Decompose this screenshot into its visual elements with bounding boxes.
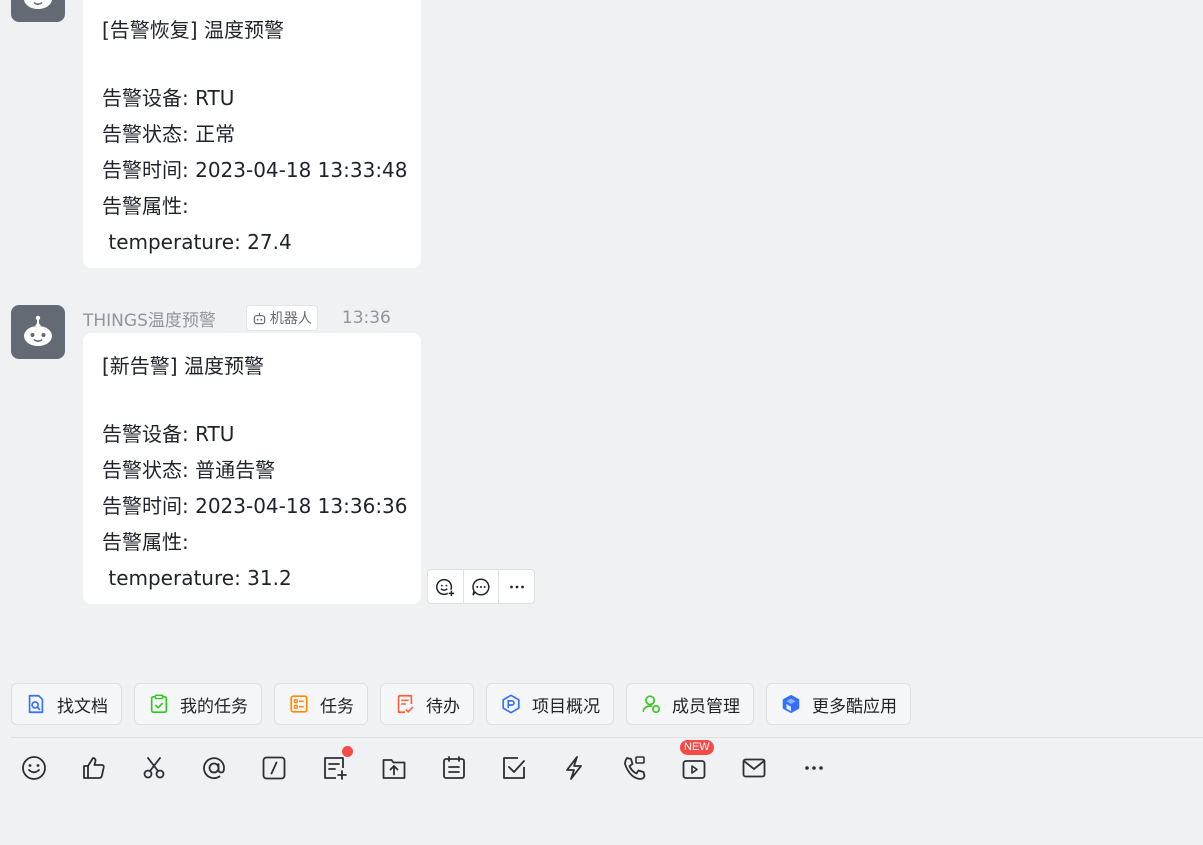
shortcut-more-cool-apps[interactable]: 更多酷应用 [766, 683, 911, 725]
message-line: 告警设备: RTU [102, 422, 235, 446]
shortcut-my-tasks[interactable]: 我的任务 [134, 683, 262, 725]
task-icon [290, 695, 308, 713]
shortcut-todo[interactable]: 待办 [380, 683, 474, 725]
shortcut-label: 我的任务 [180, 696, 248, 717]
message-bubble: [告警恢复] 温度预警 告警设备: RTU 告警状态: 正常 告警时间: 202… [83, 0, 421, 268]
mail-button[interactable] [734, 748, 774, 788]
calendar-button[interactable] [434, 748, 474, 788]
shortcut-label: 更多酷应用 [812, 696, 897, 717]
shortcut-label: 任务 [320, 696, 354, 717]
mention-button[interactable] [194, 748, 234, 788]
live-icon [682, 760, 706, 779]
upload-file-button[interactable] [374, 748, 414, 788]
robot-icon [24, 315, 52, 346]
cool-apps-icon [782, 694, 800, 714]
todo-icon [397, 694, 414, 714]
input-toolbar: NEW [14, 740, 854, 788]
calendar-icon [443, 756, 465, 779]
shortcut-member-management[interactable]: 成员管理 [626, 683, 754, 725]
project-icon [502, 694, 520, 714]
message-header: THINGS温度预警 机器人 13:36 [83, 304, 391, 332]
message-line: 告警属性: [102, 530, 189, 554]
shortcut-project-overview[interactable]: 项目概况 [486, 683, 614, 725]
notification-dot [342, 746, 353, 757]
message-action-bar [427, 569, 535, 604]
robot-small-icon [253, 312, 266, 324]
reply-button[interactable] [464, 570, 500, 603]
my-task-icon [150, 694, 168, 714]
shortcut-label: 项目概况 [532, 696, 600, 717]
new-doc-button[interactable] [314, 746, 354, 788]
call-icon [624, 756, 646, 780]
slash-command-button[interactable] [254, 748, 294, 788]
member-icon [642, 695, 661, 714]
quick-action-button[interactable] [554, 748, 594, 788]
robot-tag-label: 机器人 [269, 311, 312, 327]
message-line: temperature: 31.2 [102, 566, 292, 590]
shortcut-tasks[interactable]: 任务 [274, 683, 368, 725]
call-button[interactable] [614, 748, 654, 788]
bot-avatar[interactable] [11, 0, 65, 22]
message-line: [告警恢复] 温度预警 [102, 18, 284, 42]
thumbs-up-icon [83, 757, 105, 779]
slash-command-icon [262, 756, 286, 780]
shortcut-label: 待办 [426, 696, 460, 717]
bot-avatar[interactable] [11, 305, 65, 359]
upload-file-icon [382, 759, 406, 779]
message-line: 告警设备: RTU [102, 86, 235, 110]
more-tools-button[interactable] [794, 748, 834, 788]
doc-search-icon [28, 694, 44, 714]
message-line: 告警状态: 正常 [102, 122, 236, 146]
reply-icon [472, 577, 490, 596]
at-icon [203, 757, 225, 780]
message-line: 告警状态: 普通告警 [102, 458, 276, 482]
emoji-icon [22, 756, 46, 780]
shortcut-label: 找文档 [57, 696, 108, 717]
emoji-button[interactable] [14, 748, 54, 788]
more-actions-button[interactable] [499, 570, 534, 603]
live-button[interactable]: NEW [674, 740, 714, 788]
message-line: [新告警] 温度预警 [102, 354, 264, 378]
doc-plus-icon [324, 757, 347, 780]
add-reaction-icon [436, 578, 456, 597]
message-line: 告警属性: [102, 194, 189, 218]
like-button[interactable] [74, 748, 114, 788]
shortcut-label: 成员管理 [672, 696, 740, 717]
more-icon [509, 585, 524, 588]
robot-tag: 机器人 [245, 305, 318, 331]
input-divider [11, 737, 1203, 738]
task-button[interactable] [494, 748, 534, 788]
screenshot-icon [143, 757, 165, 779]
check-task-icon [503, 757, 525, 779]
message-line: 告警时间: 2023-04-18 13:36:36 [102, 494, 408, 518]
add-reaction-button[interactable] [428, 570, 464, 603]
message-time: 13:36 [341, 308, 391, 328]
screenshot-button[interactable] [134, 748, 174, 788]
shortcut-bar: 找文档 我的任务 任务 待办 项目概况 成员管理 更多酷应用 [11, 683, 911, 725]
shortcut-find-docs[interactable]: 找文档 [11, 683, 122, 725]
sender-name[interactable]: THINGS温度预警 [83, 306, 216, 331]
more-icon [805, 766, 823, 770]
new-badge: NEW [680, 740, 714, 755]
mail-icon [742, 758, 766, 778]
message-bubble: [新告警] 温度预警 告警设备: RTU 告警状态: 普通告警 告警时间: 20… [83, 333, 421, 604]
message-line: temperature: 27.4 [102, 230, 292, 254]
message-line: 告警时间: 2023-04-18 13:33:48 [102, 158, 408, 182]
robot-icon [24, 0, 52, 9]
quick-action-icon [566, 756, 582, 780]
